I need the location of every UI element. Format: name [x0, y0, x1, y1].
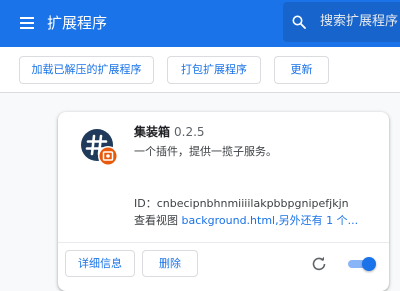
- extension-description: 一个插件，提供一揽子服务。: [134, 145, 277, 158]
- inspect-views-label: 查看视图: [134, 214, 178, 227]
- extension-id: ID：cnbecipnbhnmiiiilakpbbpgnipefjkjn: [134, 197, 349, 210]
- load-unpacked-button[interactable]: 加载已解压的扩展程序: [19, 56, 154, 84]
- update-button[interactable]: 更新: [274, 56, 329, 84]
- details-button[interactable]: 详细信息: [65, 250, 135, 277]
- extension-icon: [81, 129, 118, 166]
- card-divider: [58, 242, 389, 243]
- menu-icon[interactable]: [20, 16, 34, 30]
- enable-toggle[interactable]: [346, 257, 376, 271]
- extension-name: 集装箱: [134, 125, 171, 139]
- search-icon: [292, 15, 306, 29]
- reload-icon[interactable]: [311, 256, 327, 272]
- app-header: 扩展程序 搜索扩展程序: [0, 0, 400, 47]
- page-title: 扩展程序: [47, 14, 108, 32]
- extension-version: 0.2.5: [174, 125, 205, 139]
- inspect-views: 查看视图 background.html,另外还有 1 个...: [134, 213, 384, 229]
- toggle-knob: [362, 257, 376, 271]
- search-input[interactable]: 搜索扩展程序: [283, 2, 400, 42]
- toolbar: 加载已解压的扩展程序 打包扩展程序 更新: [0, 47, 400, 93]
- extension-card: 集装箱 0.2.5 一个插件，提供一揽子服务。 ID：cnbecipnbhnmi…: [58, 112, 389, 291]
- pack-extension-button[interactable]: 打包扩展程序: [167, 56, 261, 84]
- remove-button[interactable]: 删除: [142, 250, 198, 277]
- search-placeholder: 搜索扩展程序: [320, 14, 399, 29]
- background-page-link[interactable]: background.html,另外还有 1 个...: [182, 214, 359, 227]
